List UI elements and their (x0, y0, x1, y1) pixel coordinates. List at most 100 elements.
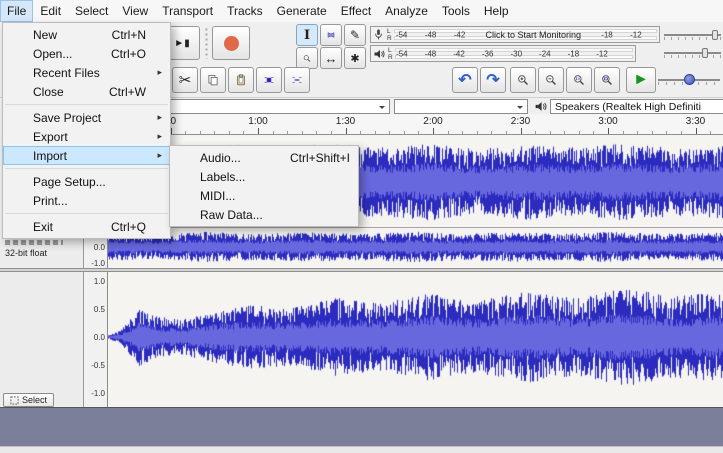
timeline-tick (652, 131, 653, 134)
menu-tools[interactable]: Tools (435, 0, 477, 22)
timeline-tick (287, 131, 288, 134)
timeline-label: 3:30 (686, 116, 705, 127)
file-menu-item-close[interactable]: Close Ctrl+W (3, 82, 170, 101)
import-submenu-item-audio[interactable]: Audio... Ctrl+Shift+I (170, 148, 358, 167)
cut-button[interactable]: ✂ (172, 67, 198, 93)
output-volume-thumb[interactable] (712, 30, 718, 40)
menu-transport[interactable]: Transport (155, 0, 220, 22)
menu-tracks[interactable]: Tracks (220, 0, 270, 22)
timeline-tick (579, 131, 580, 134)
import-submenu-dropdown: Audio... Ctrl+Shift+I Labels... MIDI... … (169, 145, 359, 227)
output-volume-slider[interactable] (664, 28, 721, 42)
file-menu-item-exit[interactable]: Exit Ctrl+Q (3, 217, 170, 236)
file-menu-dropdown: New Ctrl+N Open... Ctrl+O Recent Files ▸… (2, 22, 171, 239)
track1-channel2-waveform[interactable] (108, 228, 723, 266)
zoom-tool-button[interactable] (296, 47, 318, 69)
record-button[interactable] (212, 26, 250, 60)
play-speed-slider[interactable] (658, 71, 720, 89)
monitor-hint-text[interactable]: Click to Start Monitoring (485, 30, 581, 40)
playback-device-combobox[interactable]: Speakers (Realtek High Definiti (550, 99, 723, 114)
vruler-label: 0.0 (85, 333, 105, 342)
speaker-icon (534, 100, 547, 113)
trim-audio-icon (263, 72, 275, 88)
file-menu-item-export[interactable]: Export ▸ (3, 127, 170, 146)
zoom-fit-button[interactable] (594, 67, 620, 93)
timeshift-tool-icon: ↔ (325, 51, 338, 66)
draw-tool-icon: ✎ (350, 28, 360, 42)
import-submenu-item-raw-data[interactable]: Raw Data... (170, 205, 358, 224)
submenu-arrow-icon: ▸ (157, 131, 162, 142)
multi-tool-button[interactable]: ✱ (344, 47, 366, 69)
file-menu-item-print[interactable]: Print... (3, 191, 170, 210)
timeline-tick (608, 128, 609, 134)
menu-item-label: Open... (33, 47, 72, 61)
timeshift-tool-button[interactable]: ↔ (320, 47, 342, 69)
envelope-tool-button[interactable] (320, 24, 342, 46)
import-submenu-item-midi[interactable]: MIDI... (170, 186, 358, 205)
status-bar (0, 446, 723, 453)
silence-audio-button[interactable] (284, 67, 310, 93)
microphone-icon (373, 28, 384, 41)
file-menu-item-recent-files[interactable]: Recent Files ▸ (3, 63, 170, 82)
timeline-tick (229, 131, 230, 134)
timeline-tick (462, 131, 463, 134)
menu-help[interactable]: Help (477, 0, 516, 22)
file-menu-item-new[interactable]: New Ctrl+N (3, 25, 170, 44)
trim-audio-button[interactable] (256, 67, 282, 93)
playback-meter[interactable]: LR -54 -48 -42 -36 -30 -24 -18 -12 (370, 45, 636, 62)
recording-device-combobox[interactable] (394, 99, 528, 114)
timeline-ruler[interactable]: 30 1:00 1:30 2:00 2:30 3:00 3:30 (84, 114, 723, 135)
menu-separator (5, 168, 168, 169)
menu-view[interactable]: View (115, 0, 155, 22)
meter-tick-label: -12 (630, 30, 642, 39)
select-button-label: Select (22, 395, 47, 405)
copy-button[interactable] (200, 67, 226, 93)
zoom-selection-button[interactable] (566, 67, 592, 93)
menu-edit[interactable]: Edit (33, 0, 68, 22)
play-at-speed-button[interactable]: ► (626, 67, 656, 93)
menu-item-label: Audio... (200, 151, 241, 165)
track2-select-button[interactable]: Select (3, 393, 54, 407)
recording-meter[interactable]: LR -54 -48 -42 Click to Start Monitoring… (370, 26, 660, 43)
selection-tool-button[interactable]: I (296, 24, 318, 46)
timeline-tick (564, 131, 565, 134)
zoom-in-button[interactable] (510, 67, 536, 93)
menu-effect[interactable]: Effect (334, 0, 378, 22)
zoom-selection-icon (573, 72, 585, 88)
undo-button[interactable]: ↶ (452, 67, 478, 93)
multi-tool-icon: ✱ (350, 52, 359, 65)
meter-tick-label: -36 (482, 49, 494, 58)
menu-item-label: Close (33, 85, 64, 99)
transport-toolbar-grip[interactable] (204, 27, 209, 59)
menu-generate[interactable]: Generate (270, 0, 334, 22)
redo-icon: ↷ (486, 70, 499, 90)
vruler-label: -1.0 (85, 389, 105, 398)
menu-item-label: MIDI... (200, 189, 235, 203)
track2-waveform[interactable] (108, 277, 723, 397)
cut-icon: ✂ (179, 71, 192, 89)
timeline-tick (375, 131, 376, 134)
menu-file[interactable]: File (0, 0, 33, 22)
menu-analyze[interactable]: Analyze (378, 0, 435, 22)
file-menu-item-open[interactable]: Open... Ctrl+O (3, 44, 170, 63)
draw-tool-button[interactable]: ✎ (344, 24, 366, 46)
import-submenu-item-labels[interactable]: Labels... (170, 167, 358, 186)
paste-button[interactable] (228, 67, 254, 93)
meter-tick-label: -30 (510, 49, 522, 58)
timeline-tick (185, 131, 186, 134)
vruler-label: -0.5 (85, 361, 105, 370)
copy-icon (207, 72, 219, 88)
play-speed-thumb[interactable] (684, 74, 695, 85)
file-menu-item-import[interactable]: Import ▸ (3, 146, 170, 165)
file-menu-item-page-setup[interactable]: Page Setup... (3, 172, 170, 191)
input-volume-slider[interactable] (664, 46, 721, 60)
menu-item-label: Raw Data... (200, 208, 263, 222)
timeline-tick (433, 128, 434, 134)
redo-button[interactable]: ↷ (480, 67, 506, 93)
file-menu-item-save-project[interactable]: Save Project ▸ (3, 108, 170, 127)
timeline-tick (666, 131, 667, 134)
zoom-out-button[interactable] (538, 67, 564, 93)
menu-select[interactable]: Select (68, 0, 115, 22)
input-volume-thumb[interactable] (702, 48, 708, 58)
menu-bar: File Edit Select View Transport Tracks G… (0, 0, 723, 23)
